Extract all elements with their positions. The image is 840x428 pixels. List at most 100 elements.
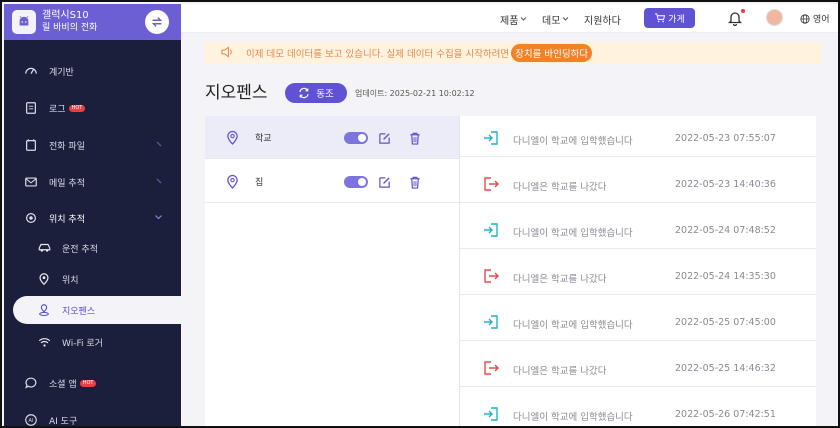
globe-icon (800, 13, 810, 24)
sidebar-item-label: 전화 파일 (49, 141, 85, 152)
sidebar-item-label: 계기반 (49, 67, 74, 78)
sidebar-item-label: 로그 (49, 104, 66, 115)
language-label: 영어 (813, 15, 830, 25)
chevron-right-icon (155, 140, 163, 151)
sidebar-item-label: 위치 추적 (49, 214, 85, 225)
products-label: 제품 (500, 16, 519, 27)
hot-badge: HOT (68, 104, 86, 112)
event-row: 다니엘이 학교에 입학했습니다 2022-05-24 07:48:52 (460, 211, 817, 249)
chevron-down-icon (562, 14, 569, 25)
sidebar-item-label: 위치 (62, 275, 79, 286)
event-text: 다니엘이 학교에 입학했습니다 (513, 228, 633, 239)
event-time: 2022-05-26 07:42:51 (675, 409, 776, 420)
geofence-name: 학교 (255, 134, 272, 144)
demo-menu[interactable]: 데모 (542, 12, 569, 27)
products-menu[interactable]: 제품 (500, 12, 527, 27)
device-name: 갤럭시S10 (42, 10, 89, 21)
sidebar-item-wifi-logger[interactable]: Wi-Fi 로거 (4, 328, 181, 356)
notification-dot (741, 9, 745, 13)
geofence-row[interactable]: 집 (205, 160, 459, 203)
user-avatar[interactable] (766, 9, 783, 26)
sync-button[interactable]: 동조 (285, 83, 347, 103)
sidebar-item-label: 운전 추적 (62, 244, 98, 255)
event-time: 2022-05-24 14:35:30 (675, 271, 776, 282)
event-text: 다니엘이 학교에 입학했습니다 (513, 136, 633, 147)
chevron-right-icon (155, 177, 163, 188)
sidebar-item-ai-tools[interactable]: AI AI 도구 (4, 406, 181, 426)
android-icon (12, 10, 36, 34)
event-text: 다니엘은 학교를 나갔다 (513, 182, 607, 193)
event-row: 다니엘이 학교에 입학했습니다 2022-05-23 07:55:07 (460, 119, 817, 157)
enter-icon (483, 222, 499, 242)
edit-icon[interactable] (378, 174, 391, 193)
banner-text: 이제 데모 데이터를 보고 있습니다. 실제 데이터 수집을 시작하려면 (246, 49, 510, 60)
cart-icon (654, 13, 666, 23)
sync-label: 동조 (316, 89, 334, 100)
geofence-list: 학교 집 (205, 116, 459, 426)
top-bar: 제품 데모 지원하다 가게 영어 (181, 4, 838, 33)
page-title: 지오펜스 (205, 83, 268, 103)
event-row: 다니엘은 학교를 나갔다 2022-05-23 14:40:36 (460, 165, 817, 203)
geofence-events: 다니엘이 학교에 입학했습니다 2022-05-23 07:55:07 다니엘은… (459, 116, 817, 426)
sidebar-item-location-tracking[interactable]: 위치 추적 (4, 204, 181, 232)
location-pin-icon (226, 130, 239, 149)
event-text: 다니엘은 학교를 나갔다 (513, 366, 607, 377)
event-text: 다니엘은 학교를 나갔다 (513, 274, 607, 285)
exit-icon (483, 268, 499, 288)
demo-label: 데모 (542, 16, 561, 27)
app-window: 갤럭시S10 릴 바비의 전화 계기반 로그 HOT 전화 파일 메일 추적 위… (0, 0, 840, 428)
switch-device-icon[interactable] (145, 10, 169, 34)
location-pin-icon (226, 174, 239, 193)
sidebar-item-mail-tracking[interactable]: 메일 추적 (4, 168, 181, 196)
chat-icon (23, 375, 39, 391)
geofence-row[interactable]: 학교 (205, 116, 459, 159)
event-time: 2022-05-25 14:46:32 (675, 363, 776, 374)
device-subtitle: 릴 바비의 전화 (42, 23, 98, 33)
event-time: 2022-05-23 14:40:36 (675, 179, 776, 190)
wifi-icon (36, 334, 52, 350)
trash-icon[interactable] (409, 130, 421, 149)
phone-file-icon (23, 137, 39, 153)
mail-icon (23, 174, 39, 190)
sidebar-item-label: 지오펜스 (62, 306, 96, 317)
sidebar-item-dashboard[interactable]: 계기반 (4, 57, 181, 85)
sidebar-item-phone-files[interactable]: 전화 파일 (4, 131, 181, 159)
enter-icon (483, 130, 499, 150)
sidebar-item-log[interactable]: 로그 HOT (4, 94, 181, 122)
geofence-name: 집 (255, 178, 264, 188)
sidebar-item-geofence[interactable]: 지오펜스 (13, 296, 181, 324)
sidebar: 갤럭시S10 릴 바비의 전화 계기반 로그 HOT 전화 파일 메일 추적 위… (4, 4, 181, 426)
chevron-down-icon (520, 14, 527, 25)
location-target-icon (23, 210, 39, 226)
buy-label: 가게 (668, 14, 685, 25)
svg-text:AI: AI (28, 418, 34, 424)
ai-icon: AI (23, 412, 39, 426)
demo-banner: 이제 데모 데이터를 보고 있습니다. 실제 데이터 수집을 시작하려면 장치를… (204, 42, 822, 64)
buy-button[interactable]: 가게 (644, 8, 695, 28)
edit-icon[interactable] (378, 130, 391, 149)
sidebar-item-driving-tracking[interactable]: 운전 추적 (4, 234, 181, 262)
event-time: 2022-05-24 07:48:52 (675, 225, 776, 236)
geofence-icon (36, 302, 52, 318)
support-link[interactable]: 지원하다 (584, 12, 621, 27)
event-text: 다니엘이 학교에 입학했습니다 (513, 320, 633, 331)
event-row: 다니엘은 학교를 나갔다 2022-05-24 14:35:30 (460, 257, 817, 295)
bell-icon[interactable] (727, 10, 743, 30)
sidebar-item-social-apps[interactable]: 소셜 앱 HOT (4, 369, 181, 397)
language-selector[interactable]: 영어 (800, 12, 830, 25)
exit-icon (483, 360, 499, 380)
trash-icon[interactable] (409, 174, 421, 193)
pin-icon (36, 271, 52, 287)
geofence-toggle[interactable] (344, 132, 368, 144)
event-time: 2022-05-23 07:55:07 (675, 133, 776, 144)
refresh-icon (298, 87, 310, 99)
geofence-toggle[interactable] (344, 176, 368, 188)
exit-icon (483, 176, 499, 196)
event-time: 2022-05-25 07:45:00 (675, 317, 776, 328)
updated-timestamp: 업데이트: 2025-02-21 10:02:12 (355, 89, 475, 98)
bind-device-button[interactable]: 장치를 바인딩하다 (511, 44, 593, 62)
device-header[interactable]: 갤럭시S10 릴 바비의 전화 (4, 4, 181, 40)
sidebar-item-location[interactable]: 위치 (4, 265, 181, 293)
event-text: 다니엘이 학교에 입학했습니다 (513, 412, 633, 423)
speaker-icon (221, 45, 234, 61)
